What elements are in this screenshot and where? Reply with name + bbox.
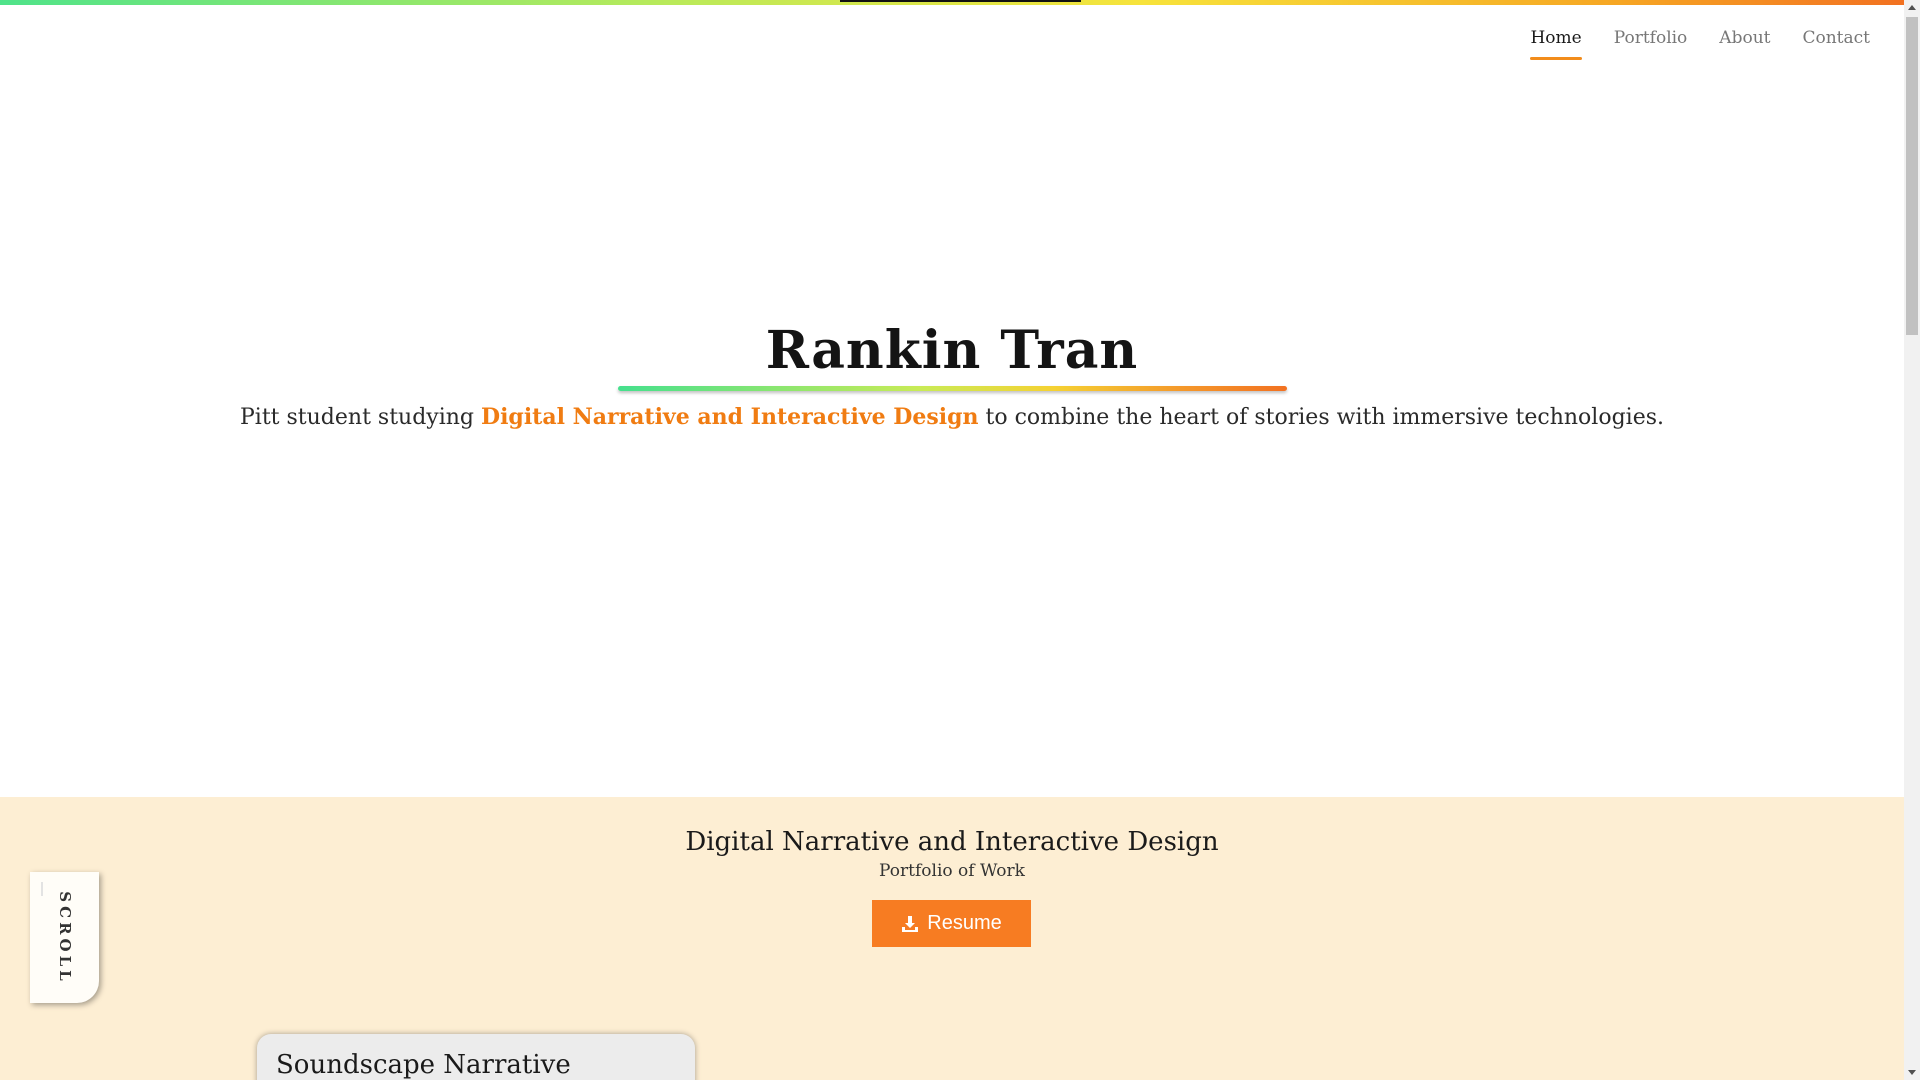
portfolio-section: Digital Narrative and Interactive Design… xyxy=(0,797,1904,1080)
tagline-prefix: Pitt student studying xyxy=(239,405,481,430)
hero-name: Rankin Tran xyxy=(765,320,1139,381)
hero-gradient-underline xyxy=(618,386,1287,391)
portfolio-title: Digital Narrative and Interactive Design xyxy=(685,827,1219,857)
project-card[interactable]: Soundscape Narrative xyxy=(257,1034,695,1080)
scroll-up-arrow-icon[interactable] xyxy=(1908,5,1916,10)
scroll-tab-label: SCROLL xyxy=(55,890,74,985)
resume-button[interactable]: Resume xyxy=(872,900,1031,947)
project-card-title: Soundscape Narrative xyxy=(276,1050,571,1080)
tagline-highlight: Digital Narrative and Interactive Design xyxy=(481,404,979,430)
scroll-down-arrow-icon[interactable] xyxy=(1908,1070,1916,1075)
scrollbar-thumb[interactable] xyxy=(1906,17,1918,335)
page: Home Portfolio About Contact Rankin Tran… xyxy=(0,0,1904,1080)
tagline-suffix: to combine the heart of stories with imm… xyxy=(978,405,1665,430)
resume-label: Resume xyxy=(927,912,1002,934)
download-icon xyxy=(901,915,919,933)
scroll-tab[interactable]: SCROLL xyxy=(30,872,99,1003)
hero-tagline: Pitt student studying Digital Narrative … xyxy=(0,405,1904,430)
vertical-scrollbar[interactable] xyxy=(1904,0,1920,1080)
portfolio-subtitle: Portfolio of Work xyxy=(879,861,1025,881)
hero-section: Rankin Tran Pitt student studying Digita… xyxy=(0,0,1904,797)
scroll-tab-tick xyxy=(41,882,43,896)
